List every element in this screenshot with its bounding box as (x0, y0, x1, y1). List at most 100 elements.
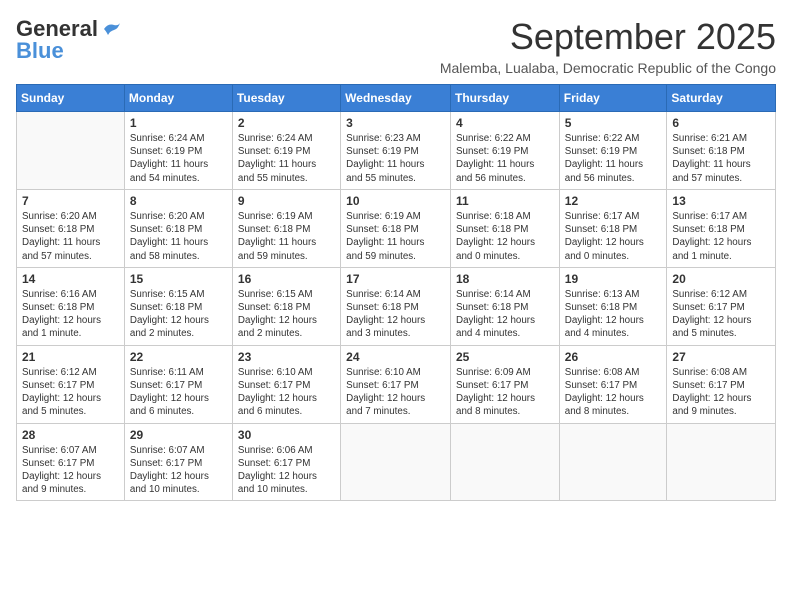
day-number: 23 (238, 350, 335, 364)
cell-sun-info: Sunrise: 6:10 AM Sunset: 6:17 PM Dayligh… (238, 366, 335, 419)
calendar-cell: 25 Sunrise: 6:09 AM Sunset: 6:17 PM Dayli… (451, 345, 560, 423)
day-number: 5 (565, 116, 662, 130)
cell-sun-info: Sunrise: 6:06 AM Sunset: 6:17 PM Dayligh… (238, 444, 335, 497)
logo-bird-icon (100, 21, 122, 37)
calendar-week-row: 14Sunrise: 6:16 AM Sunset: 6:18 PM Dayli… (17, 267, 776, 345)
calendar-cell: 16 Sunrise: 6:15 AM Sunset: 6:18 PM Dayli… (232, 267, 340, 345)
cell-sun-info: Sunrise: 6:11 AM Sunset: 6:17 PM Dayligh… (130, 366, 227, 419)
cell-sun-info: Sunrise: 6:14 AM Sunset: 6:18 PM Dayligh… (456, 288, 554, 341)
weekday-header: Thursday (451, 85, 560, 112)
calendar-cell (341, 423, 451, 501)
calendar-cell: 29 Sunrise: 6:07 AM Sunset: 6:17 PM Dayli… (124, 423, 232, 501)
calendar-cell: 8 Sunrise: 6:20 AM Sunset: 6:18 PM Daylig… (124, 189, 232, 267)
day-number: 25 (456, 350, 554, 364)
calendar-cell: 20 Sunrise: 6:12 AM Sunset: 6:17 PM Dayli… (667, 267, 776, 345)
day-number: 8 (130, 194, 227, 208)
calendar-cell: 12 Sunrise: 6:17 AM Sunset: 6:18 PM Dayli… (559, 189, 667, 267)
weekday-header: Sunday (17, 85, 125, 112)
month-title: September 2025 (440, 16, 776, 58)
cell-sun-info: Sunrise: 6:24 AM Sunset: 6:19 PM Dayligh… (130, 132, 227, 185)
day-number: 26 (565, 350, 662, 364)
day-number: 18 (456, 272, 554, 286)
cell-sun-info: Sunrise: 6:17 AM Sunset: 6:18 PM Dayligh… (672, 210, 770, 263)
title-block: September 2025 Malemba, Lualaba, Democra… (440, 16, 776, 76)
cell-sun-info: Sunrise: 6:20 AM Sunset: 6:18 PM Dayligh… (22, 210, 119, 263)
cell-sun-info: Sunrise: 6:15 AM Sunset: 6:18 PM Dayligh… (238, 288, 335, 341)
calendar-header-row: SundayMondayTuesdayWednesdayThursdayFrid… (17, 85, 776, 112)
cell-sun-info: Sunrise: 6:12 AM Sunset: 6:17 PM Dayligh… (22, 366, 119, 419)
day-number: 10 (346, 194, 445, 208)
day-number: 4 (456, 116, 554, 130)
day-number: 12 (565, 194, 662, 208)
calendar-cell: 27 Sunrise: 6:08 AM Sunset: 6:17 PM Dayli… (667, 345, 776, 423)
day-number: 21 (22, 350, 119, 364)
cell-sun-info: Sunrise: 6:21 AM Sunset: 6:18 PM Dayligh… (672, 132, 770, 185)
calendar-cell: 1Sunrise: 6:24 AM Sunset: 6:19 PM Daylig… (124, 112, 232, 190)
weekday-header: Tuesday (232, 85, 340, 112)
calendar-cell: 10 Sunrise: 6:19 AM Sunset: 6:18 PM Dayli… (341, 189, 451, 267)
calendar-cell (451, 423, 560, 501)
cell-sun-info: Sunrise: 6:22 AM Sunset: 6:19 PM Dayligh… (456, 132, 554, 185)
cell-sun-info: Sunrise: 6:14 AM Sunset: 6:18 PM Dayligh… (346, 288, 445, 341)
cell-sun-info: Sunrise: 6:17 AM Sunset: 6:18 PM Dayligh… (565, 210, 662, 263)
calendar-cell: 14Sunrise: 6:16 AM Sunset: 6:18 PM Dayli… (17, 267, 125, 345)
calendar-cell: 24 Sunrise: 6:10 AM Sunset: 6:17 PM Dayli… (341, 345, 451, 423)
cell-sun-info: Sunrise: 6:13 AM Sunset: 6:18 PM Dayligh… (565, 288, 662, 341)
calendar-cell (559, 423, 667, 501)
cell-sun-info: Sunrise: 6:09 AM Sunset: 6:17 PM Dayligh… (456, 366, 554, 419)
calendar-cell: 9 Sunrise: 6:19 AM Sunset: 6:18 PM Daylig… (232, 189, 340, 267)
calendar-cell: 17Sunrise: 6:14 AM Sunset: 6:18 PM Dayli… (341, 267, 451, 345)
day-number: 29 (130, 428, 227, 442)
cell-sun-info: Sunrise: 6:19 AM Sunset: 6:18 PM Dayligh… (238, 210, 335, 263)
cell-sun-info: Sunrise: 6:10 AM Sunset: 6:17 PM Dayligh… (346, 366, 445, 419)
day-number: 16 (238, 272, 335, 286)
weekday-header: Wednesday (341, 85, 451, 112)
day-number: 30 (238, 428, 335, 442)
day-number: 9 (238, 194, 335, 208)
day-number: 28 (22, 428, 119, 442)
page-header: General Blue September 2025 Malemba, Lua… (16, 16, 776, 76)
day-number: 24 (346, 350, 445, 364)
calendar-cell: 7 Sunrise: 6:20 AM Sunset: 6:18 PM Daylig… (17, 189, 125, 267)
day-number: 20 (672, 272, 770, 286)
day-number: 3 (346, 116, 445, 130)
cell-sun-info: Sunrise: 6:08 AM Sunset: 6:17 PM Dayligh… (672, 366, 770, 419)
calendar-cell: 28Sunrise: 6:07 AM Sunset: 6:17 PM Dayli… (17, 423, 125, 501)
calendar-cell: 2 Sunrise: 6:24 AM Sunset: 6:19 PM Daylig… (232, 112, 340, 190)
cell-sun-info: Sunrise: 6:20 AM Sunset: 6:18 PM Dayligh… (130, 210, 227, 263)
day-number: 27 (672, 350, 770, 364)
weekday-header: Friday (559, 85, 667, 112)
cell-sun-info: Sunrise: 6:15 AM Sunset: 6:18 PM Dayligh… (130, 288, 227, 341)
logo: General Blue (16, 16, 122, 64)
calendar-table: SundayMondayTuesdayWednesdayThursdayFrid… (16, 84, 776, 501)
calendar-cell (17, 112, 125, 190)
weekday-header: Monday (124, 85, 232, 112)
calendar-cell: 18 Sunrise: 6:14 AM Sunset: 6:18 PM Dayli… (451, 267, 560, 345)
calendar-cell: 5 Sunrise: 6:22 AM Sunset: 6:19 PM Daylig… (559, 112, 667, 190)
calendar-cell: 22Sunrise: 6:11 AM Sunset: 6:17 PM Dayli… (124, 345, 232, 423)
day-number: 7 (22, 194, 119, 208)
day-number: 19 (565, 272, 662, 286)
day-number: 13 (672, 194, 770, 208)
cell-sun-info: Sunrise: 6:24 AM Sunset: 6:19 PM Dayligh… (238, 132, 335, 185)
calendar-cell: 26 Sunrise: 6:08 AM Sunset: 6:17 PM Dayli… (559, 345, 667, 423)
cell-sun-info: Sunrise: 6:19 AM Sunset: 6:18 PM Dayligh… (346, 210, 445, 263)
day-number: 6 (672, 116, 770, 130)
calendar-cell: 21 Sunrise: 6:12 AM Sunset: 6:17 PM Dayli… (17, 345, 125, 423)
cell-sun-info: Sunrise: 6:12 AM Sunset: 6:17 PM Dayligh… (672, 288, 770, 341)
calendar-cell: 30 Sunrise: 6:06 AM Sunset: 6:17 PM Dayli… (232, 423, 340, 501)
cell-sun-info: Sunrise: 6:08 AM Sunset: 6:17 PM Dayligh… (565, 366, 662, 419)
calendar-cell: 13 Sunrise: 6:17 AM Sunset: 6:18 PM Dayli… (667, 189, 776, 267)
day-number: 2 (238, 116, 335, 130)
cell-sun-info: Sunrise: 6:07 AM Sunset: 6:17 PM Dayligh… (130, 444, 227, 497)
calendar-cell: 3Sunrise: 6:23 AM Sunset: 6:19 PM Daylig… (341, 112, 451, 190)
cell-sun-info: Sunrise: 6:22 AM Sunset: 6:19 PM Dayligh… (565, 132, 662, 185)
weekday-header: Saturday (667, 85, 776, 112)
location-subtitle: Malemba, Lualaba, Democratic Republic of… (440, 60, 776, 76)
calendar-cell: 15 Sunrise: 6:15 AM Sunset: 6:18 PM Dayli… (124, 267, 232, 345)
calendar-week-row: 1Sunrise: 6:24 AM Sunset: 6:19 PM Daylig… (17, 112, 776, 190)
day-number: 15 (130, 272, 227, 286)
calendar-cell: 4 Sunrise: 6:22 AM Sunset: 6:19 PM Daylig… (451, 112, 560, 190)
cell-sun-info: Sunrise: 6:16 AM Sunset: 6:18 PM Dayligh… (22, 288, 119, 341)
calendar-cell: 23 Sunrise: 6:10 AM Sunset: 6:17 PM Dayli… (232, 345, 340, 423)
